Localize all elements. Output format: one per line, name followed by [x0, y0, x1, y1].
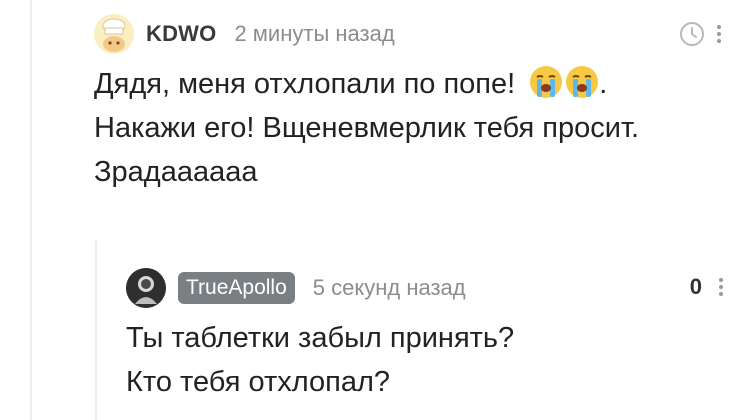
- comment-text-line: .: [599, 68, 608, 100]
- avatar[interactable]: [126, 268, 166, 308]
- comment-text-line: Кто тебя отхлопал?: [126, 366, 391, 398]
- comment-body: Дядя, меня отхлопали по попе! . Накажи е…: [94, 62, 724, 194]
- comment-text-line: Дядя, меня отхлопали по попе!: [94, 68, 516, 100]
- comment: KDWO 2 минуты назад Дядя, меня отхлопали…: [94, 14, 724, 194]
- author-name[interactable]: TrueApollo: [178, 272, 295, 304]
- author-name[interactable]: KDWO: [146, 21, 216, 47]
- comment-text-line: Зрадаааааа: [94, 156, 258, 188]
- comment-header: KDWO 2 минуты назад: [94, 14, 724, 54]
- clock-icon[interactable]: [678, 20, 706, 48]
- more-options-icon[interactable]: [716, 274, 726, 300]
- avatar[interactable]: [94, 14, 134, 54]
- astronaut-avatar-icon: [126, 268, 166, 308]
- loudly-crying-face-icon: [566, 66, 599, 98]
- comment-body: Ты таблетки забыл принять? Кто тебя отхл…: [126, 316, 726, 404]
- comment-time: 5 секунд назад: [312, 275, 466, 300]
- comment-text-line: Ты таблетки забыл принять?: [126, 322, 515, 354]
- more-options-icon[interactable]: [714, 21, 724, 47]
- comment-header: TrueApollo 5 секунд назад 0: [126, 268, 726, 308]
- reply-comment: TrueApollo 5 секунд назад 0 Ты таблетки …: [126, 268, 726, 404]
- thread-line: [30, 0, 32, 420]
- loudly-crying-face-icon: [530, 66, 563, 98]
- comment-time: 2 минуты назад: [234, 21, 395, 46]
- comment-text-line: Накажи его! Вщеневмерлик тебя просит.: [94, 112, 640, 144]
- comment-score: 0: [689, 274, 702, 299]
- reply-thread-line: [95, 240, 97, 420]
- cook-avatar-icon: [94, 14, 134, 54]
